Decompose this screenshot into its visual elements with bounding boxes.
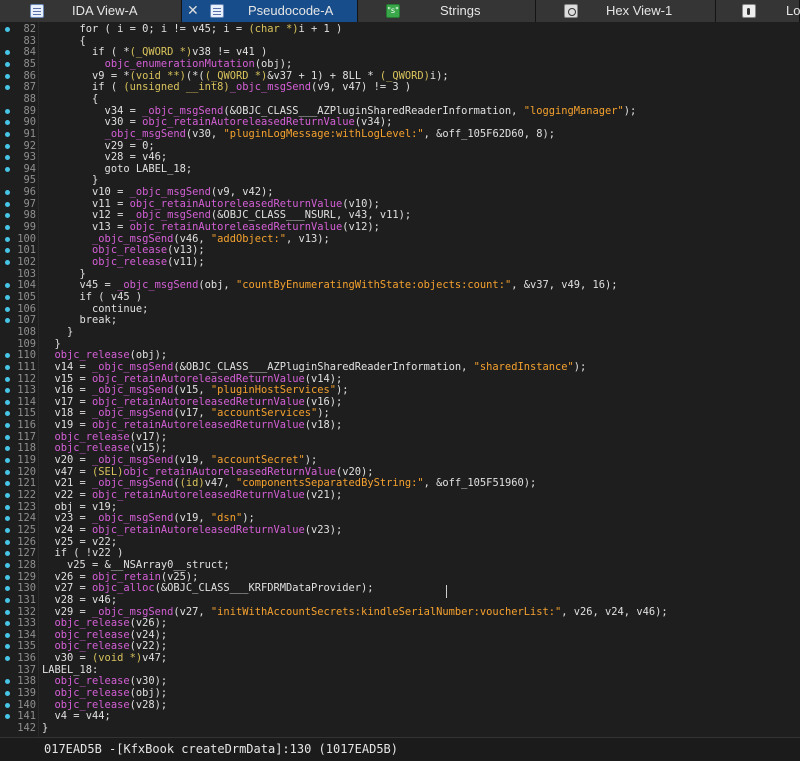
code-line[interactable]: 107 break; <box>0 314 800 327</box>
breakpoint-dot-icon[interactable] <box>5 120 10 126</box>
breakpoint-dot-icon[interactable] <box>5 644 10 650</box>
code-line[interactable]: 108 } <box>0 326 800 339</box>
breakpoint-dot-icon[interactable] <box>5 586 10 592</box>
breakpoint-dot-icon[interactable] <box>5 318 10 324</box>
breakpoint-dot-icon[interactable] <box>5 108 10 114</box>
breakpoint-dot-icon[interactable] <box>5 166 10 172</box>
breakpoint-dot-icon[interactable] <box>5 61 10 67</box>
code-text: } <box>42 722 49 734</box>
status-bar: 017EAD5B -[KfxBook createDrmData]:130 (1… <box>0 737 800 761</box>
code-line[interactable]: 130 v27 = objc_alloc(&OBJC_CLASS___KRFDR… <box>0 582 800 595</box>
tab-label: Lo <box>786 3 800 18</box>
breakpoint-dot-icon[interactable] <box>5 27 10 32</box>
breakpoint-dot-icon[interactable] <box>5 50 10 56</box>
breakpoint-dot-icon[interactable] <box>5 283 10 289</box>
breakpoint-dot-icon[interactable] <box>5 376 10 382</box>
breakpoint-dot-icon[interactable] <box>5 597 10 603</box>
pseudocode-icon <box>210 4 224 18</box>
breakpoint-dot-icon[interactable] <box>5 691 10 697</box>
breakpoint-dot-icon[interactable] <box>5 306 10 312</box>
code-line[interactable]: 82 for ( i = 0; i != v45; i = (char *)i … <box>0 23 800 36</box>
breakpoint-dot-icon[interactable] <box>5 539 10 545</box>
breakpoint-dot-icon[interactable] <box>5 562 10 568</box>
breakpoint-dot-icon[interactable] <box>5 236 10 242</box>
breakpoint-dot-icon[interactable] <box>5 469 10 475</box>
tab-label: Hex View-1 <box>606 3 673 18</box>
code-line[interactable]: 94 goto LABEL_18; <box>0 163 800 176</box>
breakpoint-dot-icon[interactable] <box>5 446 10 452</box>
breakpoint-dot-icon[interactable] <box>5 213 10 219</box>
tab-ida-view[interactable]: IDA View-A <box>0 0 182 22</box>
breakpoint-dot-icon[interactable] <box>5 131 10 137</box>
breakpoint-dot-icon[interactable] <box>5 679 10 685</box>
code-line[interactable]: 102 objc_release(v11); <box>0 256 800 269</box>
tab-hex-view[interactable]: Hex View-1 <box>536 0 716 22</box>
breakpoint-dot-icon[interactable] <box>5 225 10 231</box>
breakpoint-dot-icon[interactable] <box>5 527 10 533</box>
breakpoint-dot-icon[interactable] <box>5 388 10 394</box>
breakpoint-dot-icon[interactable] <box>5 155 10 161</box>
breakpoint-dot-icon[interactable] <box>5 190 10 196</box>
breakpoint-dot-icon[interactable] <box>5 656 10 662</box>
breakpoint-dot-icon[interactable] <box>5 85 10 91</box>
tab-label: IDA View-A <box>72 3 138 18</box>
breakpoint-dot-icon[interactable] <box>5 364 10 370</box>
code-line[interactable]: 125 v24 = objc_retainAutoreleasedReturnV… <box>0 524 800 537</box>
locals-icon <box>742 4 756 18</box>
breakpoint-dot-icon[interactable] <box>5 621 10 627</box>
breakpoint-dot-icon[interactable] <box>5 714 10 720</box>
breakpoint-dot-icon[interactable] <box>5 493 10 498</box>
breakpoint-dot-icon[interactable] <box>5 399 10 405</box>
breakpoint-dot-icon[interactable] <box>5 702 10 708</box>
tab-label: Strings <box>440 3 481 18</box>
tab-label: Pseudocode-A <box>248 3 334 18</box>
breakpoint-dot-icon[interactable] <box>5 201 10 207</box>
code-line[interactable]: 136 v30 = (void *)v47; <box>0 652 800 665</box>
breakpoint-dot-icon[interactable] <box>5 458 10 464</box>
breakpoint-dot-icon[interactable] <box>5 516 10 522</box>
breakpoint-dot-icon[interactable] <box>5 551 10 557</box>
breakpoint-dot-icon[interactable] <box>5 248 10 254</box>
strings-icon: "s" <box>386 4 400 18</box>
code-text: for ( i = 0; i != v45; i = (char *)i + 1… <box>42 23 343 35</box>
breakpoint-dot-icon[interactable] <box>5 504 10 510</box>
tab-strings[interactable]: "s" Strings <box>358 0 536 22</box>
hex-view-icon <box>564 4 578 18</box>
code-text: v4 = v44; <box>42 710 111 723</box>
pseudocode-view[interactable]: 82 for ( i = 0; i != v45; i = (char *)i … <box>0 22 800 737</box>
breakpoint-dot-icon[interactable] <box>5 574 10 580</box>
breakpoint-dot-icon[interactable] <box>5 434 10 440</box>
ida-view-icon <box>30 4 44 18</box>
breakpoint-dot-icon[interactable] <box>5 411 10 417</box>
code-line[interactable]: 140 objc_release(v28); <box>0 699 800 712</box>
code-line[interactable]: 141 v4 = v44; <box>0 710 800 723</box>
breakpoint-dot-icon[interactable] <box>5 481 10 487</box>
breakpoint-dot-icon[interactable] <box>5 423 10 429</box>
tab-locals[interactable]: Lo <box>716 0 800 22</box>
breakpoint-dot-icon[interactable] <box>5 609 10 615</box>
tab-pseudocode[interactable]: ✕ Pseudocode-A <box>182 0 358 22</box>
code-line[interactable]: 87 if ( (unsigned __int8)_objc_msgSend(v… <box>0 81 800 94</box>
close-icon[interactable]: ✕ <box>187 2 199 19</box>
code-line[interactable]: 122 v22 = objc_retainAutoreleasedReturnV… <box>0 489 800 502</box>
breakpoint-dot-icon[interactable] <box>5 73 10 79</box>
breakpoint-dot-icon[interactable] <box>5 143 10 149</box>
breakpoint-dot-icon[interactable] <box>5 260 10 265</box>
status-text: 017EAD5B -[KfxBook createDrmData]:130 (1… <box>44 742 399 756</box>
code-line[interactable]: 106 continue; <box>0 303 800 316</box>
line-number: 142 <box>17 722 36 734</box>
breakpoint-dot-icon[interactable] <box>5 294 10 300</box>
tab-bar: IDA View-A ✕ Pseudocode-A "s" Strings He… <box>0 0 800 23</box>
breakpoint-dot-icon[interactable] <box>5 632 10 638</box>
breakpoint-dot-icon[interactable] <box>5 353 10 359</box>
code-line[interactable]: 142} <box>0 722 800 735</box>
